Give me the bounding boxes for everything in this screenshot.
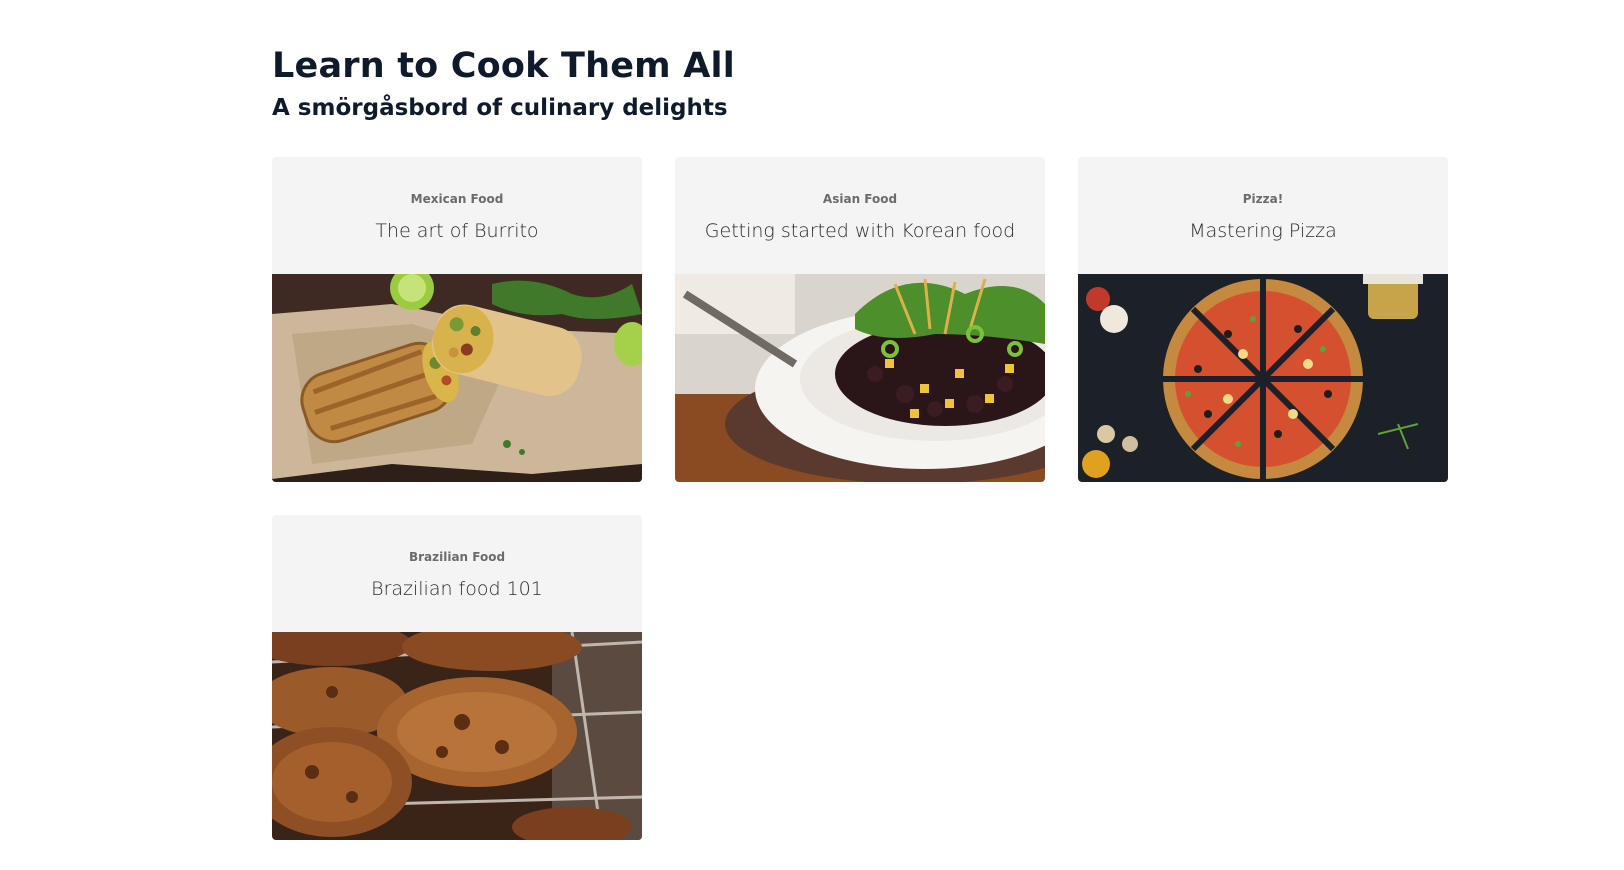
- course-card-asian-food[interactable]: Asian Food Getting started with Korean f…: [675, 157, 1045, 482]
- page: Learn to Cook Them All A smörgåsbord of …: [0, 0, 1624, 870]
- card-category: Brazilian Food: [408, 550, 506, 564]
- card-title[interactable]: Brazilian food 101: [371, 577, 543, 601]
- card-category: Mexican Food: [410, 192, 504, 206]
- burrito-image[interactable]: [272, 274, 642, 482]
- course-card-grid: Mexican Food The art of Burrito Asian Fo…: [272, 157, 1452, 840]
- card-header: Brazilian Food Brazilian food 101: [272, 515, 642, 632]
- card-title[interactable]: The art of Burrito: [375, 219, 538, 243]
- card-title[interactable]: Getting started with Korean food: [705, 219, 1015, 243]
- course-card-brazilian-food[interactable]: Brazilian Food Brazilian food 101: [272, 515, 642, 840]
- korean-food-image[interactable]: [675, 274, 1045, 482]
- card-header: Pizza! Mastering Pizza: [1078, 157, 1448, 274]
- card-title[interactable]: Mastering Pizza: [1189, 219, 1337, 243]
- card-header: Asian Food Getting started with Korean f…: [675, 157, 1045, 274]
- card-category: Pizza!: [1242, 192, 1284, 206]
- card-category: Asian Food: [822, 192, 898, 206]
- page-title: Learn to Cook Them All: [272, 46, 735, 86]
- page-header: Learn to Cook Them All A smörgåsbord of …: [272, 44, 735, 124]
- card-header: Mexican Food The art of Burrito: [272, 157, 642, 274]
- pizza-image[interactable]: [1078, 274, 1448, 482]
- course-card-mexican-food[interactable]: Mexican Food The art of Burrito: [272, 157, 642, 482]
- page-subtitle: A smörgåsbord of culinary delights: [272, 95, 728, 121]
- course-card-pizza[interactable]: Pizza! Mastering Pizza: [1078, 157, 1448, 482]
- brazilian-food-image[interactable]: [272, 632, 642, 840]
